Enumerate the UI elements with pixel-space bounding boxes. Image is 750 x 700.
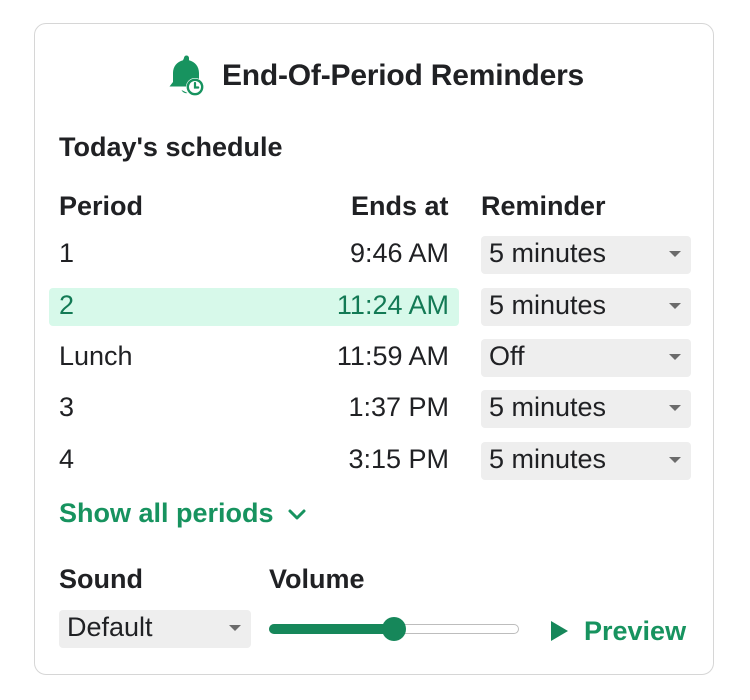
volume-slider-fill bbox=[269, 624, 394, 634]
show-all-periods-button[interactable]: Show all periods bbox=[59, 498, 308, 529]
reminder-select-value: 5 minutes bbox=[489, 444, 607, 474]
show-all-periods-label: Show all periods bbox=[59, 498, 274, 528]
sound-select-value: Default bbox=[67, 612, 153, 642]
reminder-select[interactable]: Off bbox=[481, 339, 691, 377]
schedule-row: 1 9:46 AM bbox=[49, 236, 459, 274]
schedule-row: Lunch 11:59 AM bbox=[49, 339, 459, 377]
reminders-card: End-Of-Period Reminders Today's schedule… bbox=[34, 23, 714, 675]
caret-down-icon bbox=[669, 303, 681, 309]
period-end-time: 1:37 PM bbox=[348, 392, 449, 422]
column-header-period: Period bbox=[59, 191, 144, 221]
reminder-select[interactable]: 5 minutes bbox=[481, 442, 691, 480]
section-title: Today's schedule bbox=[59, 132, 283, 162]
period-name: 3 bbox=[59, 392, 75, 422]
reminder-select-value: Off bbox=[489, 341, 525, 371]
period-end-time: 11:24 AM bbox=[336, 290, 449, 320]
sound-label: Sound bbox=[59, 564, 143, 594]
period-name: 2 bbox=[59, 290, 75, 320]
period-name: 4 bbox=[59, 444, 75, 474]
reminder-select-value: 5 minutes bbox=[489, 238, 607, 268]
sound-select[interactable]: Default bbox=[59, 610, 251, 648]
caret-down-icon bbox=[669, 457, 681, 463]
caret-down-icon bbox=[669, 354, 681, 360]
caret-down-icon bbox=[229, 625, 241, 631]
schedule-row: 3 1:37 PM bbox=[49, 390, 459, 428]
chevron-down-icon bbox=[288, 509, 306, 519]
volume-slider-thumb[interactable] bbox=[382, 617, 406, 641]
card-title: End-Of-Period Reminders bbox=[221, 59, 585, 92]
volume-label: Volume bbox=[269, 564, 365, 594]
bell-clock-icon bbox=[169, 55, 204, 96]
card-header: End-Of-Period Reminders bbox=[35, 54, 713, 98]
reminder-select[interactable]: 5 minutes bbox=[481, 390, 691, 428]
column-header-ends-at: Ends at bbox=[351, 191, 449, 221]
preview-label: Preview bbox=[584, 615, 687, 646]
schedule-row: 4 3:15 PM bbox=[49, 442, 459, 480]
volume-slider[interactable] bbox=[269, 616, 523, 642]
period-end-time: 11:59 AM bbox=[336, 341, 449, 371]
reminder-select[interactable]: 5 minutes bbox=[481, 288, 691, 326]
reminder-select[interactable]: 5 minutes bbox=[481, 236, 691, 274]
caret-down-icon bbox=[669, 251, 681, 257]
schedule-row-current: 2 11:24 AM bbox=[49, 288, 459, 326]
column-header-reminder: Reminder bbox=[481, 191, 606, 221]
period-name: 1 bbox=[59, 238, 75, 268]
play-icon bbox=[551, 621, 568, 641]
reminder-select-value: 5 minutes bbox=[489, 290, 607, 320]
caret-down-icon bbox=[669, 405, 681, 411]
preview-button[interactable]: Preview bbox=[547, 614, 686, 648]
reminder-select-value: 5 minutes bbox=[489, 392, 607, 422]
period-end-time: 3:15 PM bbox=[348, 444, 449, 474]
period-end-time: 9:46 AM bbox=[349, 238, 449, 268]
period-name: Lunch bbox=[59, 341, 133, 371]
